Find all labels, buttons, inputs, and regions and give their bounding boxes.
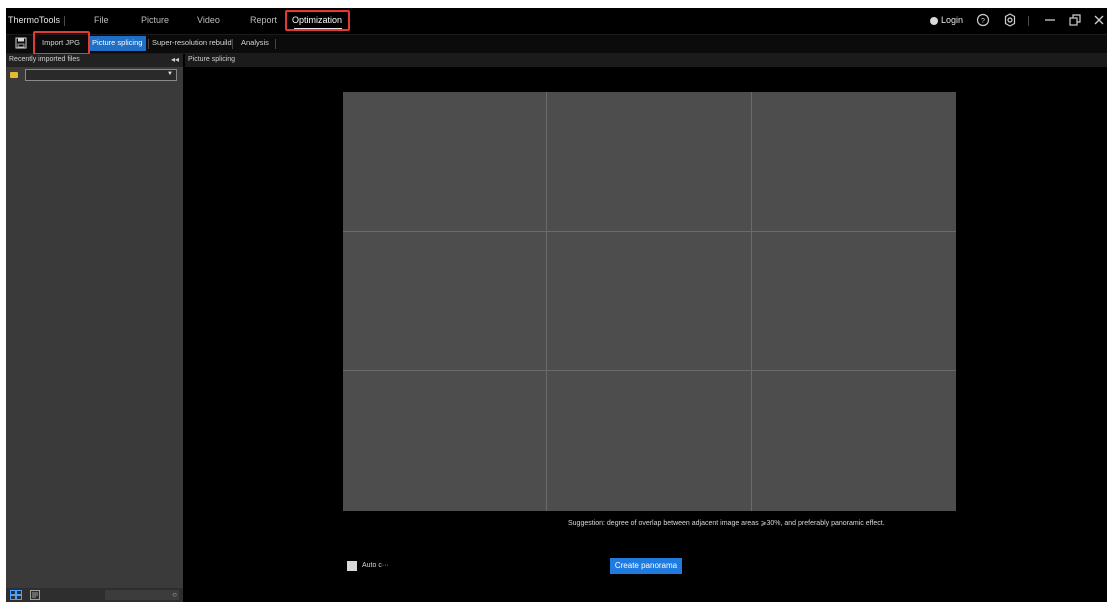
tab-divider	[275, 39, 276, 49]
tab-divider	[232, 39, 233, 49]
menu-file[interactable]: File	[94, 15, 109, 25]
grid-cell[interactable]	[752, 371, 956, 511]
main-tab-bar: Picture splicing	[185, 54, 1107, 67]
app-window: ThermoTools File Picture Video Report Op…	[6, 8, 1107, 602]
grid-cell[interactable]	[343, 231, 548, 372]
toolbar: Import JPG Picture splicing Super-resolu…	[6, 31, 1107, 55]
app-title: ThermoTools	[8, 15, 61, 25]
main-panel: Picture splicing Suggestion: degree of o…	[185, 54, 1107, 602]
chevron-down-icon: ▼	[167, 71, 173, 77]
file-search-input[interactable]: ○	[105, 590, 179, 600]
folder-icon	[10, 72, 18, 78]
toolbar-divider	[1028, 16, 1029, 26]
tab-super-resolution[interactable]: Super-resolution rebuild	[152, 38, 232, 47]
menu-bar: ThermoTools File Picture Video Report Op…	[6, 8, 1107, 33]
create-panorama-button[interactable]: Create panorama	[610, 558, 682, 574]
tab-analysis[interactable]: Analysis	[241, 38, 269, 47]
menu-separator	[64, 16, 65, 26]
highlight-box-optimization	[285, 10, 350, 31]
tab-picture-splicing-view[interactable]: Picture splicing	[188, 56, 235, 63]
tab-picture-splicing[interactable]: Picture splicing	[92, 38, 142, 47]
user-avatar-icon[interactable]	[930, 17, 938, 25]
sidebar-title: Recently imported files	[9, 56, 80, 63]
tab-divider	[148, 39, 149, 49]
collapse-sidebar-icon[interactable]: ◂◂	[171, 55, 179, 64]
menu-picture[interactable]: Picture	[141, 15, 169, 25]
auto-checkbox-label: Auto c···	[362, 562, 389, 569]
menu-video[interactable]: Video	[197, 15, 220, 25]
help-icon[interactable]: ?	[975, 12, 991, 28]
close-icon[interactable]	[1091, 12, 1107, 28]
settings-gear-icon[interactable]	[1002, 12, 1018, 28]
sidebar-footer: ○	[6, 588, 183, 602]
menu-report[interactable]: Report	[250, 15, 277, 25]
highlight-box-import	[33, 31, 90, 55]
svg-text:?: ?	[981, 18, 985, 25]
grid-cell[interactable]	[751, 92, 956, 232]
grid-cell[interactable]	[547, 231, 752, 372]
splicing-grid	[343, 92, 956, 511]
overlap-suggestion-text: Suggestion: degree of overlap between ad…	[568, 520, 885, 527]
auto-checkbox[interactable]	[347, 561, 357, 571]
search-icon[interactable]: ○	[172, 590, 177, 599]
grid-cell[interactable]	[343, 371, 548, 511]
list-view-icon[interactable]	[30, 590, 40, 600]
restore-window-icon[interactable]	[1067, 12, 1083, 28]
save-icon[interactable]	[15, 37, 27, 49]
grid-cell[interactable]	[547, 371, 752, 511]
minimize-icon[interactable]	[1042, 12, 1058, 28]
grid-cell[interactable]	[751, 232, 956, 372]
sidebar: Recently imported files ◂◂ ▼ ○	[6, 54, 183, 602]
grid-view-icon[interactable]	[10, 590, 22, 600]
login-link[interactable]: Login	[941, 15, 963, 25]
grid-cell[interactable]	[343, 92, 548, 232]
grid-cell[interactable]	[547, 92, 752, 232]
recent-files-dropdown[interactable]: ▼	[25, 69, 177, 81]
sidebar-header: Recently imported files ◂◂	[6, 54, 183, 67]
